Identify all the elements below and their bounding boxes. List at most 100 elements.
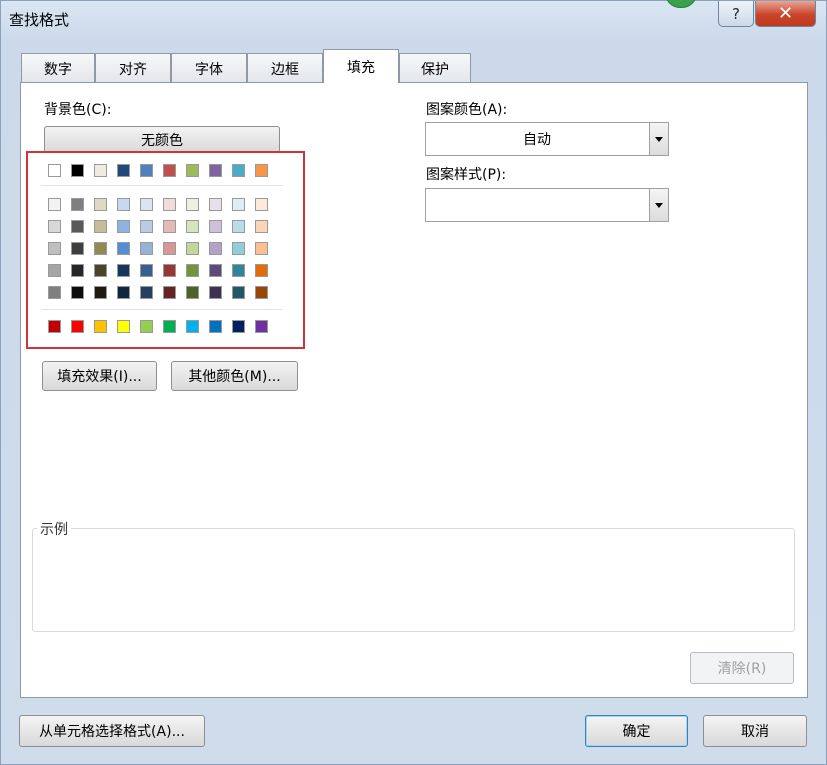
color-swatch-tint5-4[interactable]: [140, 286, 153, 299]
tab-number[interactable]: 数字: [21, 53, 95, 83]
pattern-style-label: 图案样式(P):: [426, 167, 507, 183]
color-swatch-tint2-3[interactable]: [117, 220, 130, 233]
color-swatch-theme-8[interactable]: [232, 164, 245, 177]
color-swatch-tint3-0[interactable]: [48, 242, 61, 255]
background-orb: [665, 0, 697, 8]
color-swatch-theme-0[interactable]: [48, 164, 61, 177]
color-swatch-theme-2[interactable]: [94, 164, 107, 177]
color-swatch-tint1-1[interactable]: [71, 198, 84, 211]
chevron-down-icon[interactable]: [649, 189, 668, 221]
color-swatch-tint1-6[interactable]: [186, 198, 199, 211]
color-swatch-theme-5[interactable]: [163, 164, 176, 177]
color-swatch-theme-1[interactable]: [71, 164, 84, 177]
color-swatch-tint1-4[interactable]: [140, 198, 153, 211]
select-format-from-cell-button[interactable]: 从单元格选择格式(A)...: [19, 715, 205, 747]
color-swatch-standard-3[interactable]: [117, 320, 130, 333]
close-icon: ✕: [777, 3, 794, 24]
color-swatch-tint2-7[interactable]: [209, 220, 222, 233]
color-swatch-standard-7[interactable]: [209, 320, 222, 333]
color-swatch-tint4-0[interactable]: [48, 264, 61, 277]
color-swatch-standard-9[interactable]: [255, 320, 268, 333]
tab-protection[interactable]: 保护: [399, 53, 471, 83]
color-swatch-tint4-7[interactable]: [209, 264, 222, 277]
color-swatch-tint5-1[interactable]: [71, 286, 84, 299]
help-icon: ?: [732, 4, 740, 23]
color-swatch-tint2-6[interactable]: [186, 220, 199, 233]
color-swatch-tint5-8[interactable]: [232, 286, 245, 299]
close-button[interactable]: ✕: [755, 1, 816, 27]
chevron-down-icon[interactable]: [649, 123, 668, 155]
color-swatch-tint4-1[interactable]: [71, 264, 84, 277]
color-swatch-tint5-0[interactable]: [48, 286, 61, 299]
color-swatch-tint4-2[interactable]: [94, 264, 107, 277]
color-swatch-tint1-7[interactable]: [209, 198, 222, 211]
color-swatch-tint4-6[interactable]: [186, 264, 199, 277]
color-swatch-tint5-3[interactable]: [117, 286, 130, 299]
color-swatch-tint2-2[interactable]: [94, 220, 107, 233]
color-swatch-standard-0[interactable]: [48, 320, 61, 333]
color-swatch-tint4-4[interactable]: [140, 264, 153, 277]
palette-divider: [41, 185, 283, 186]
color-swatch-tint4-9[interactable]: [255, 264, 268, 277]
cancel-button[interactable]: 取消: [703, 715, 807, 747]
color-swatch-standard-6[interactable]: [186, 320, 199, 333]
color-swatch-tint3-3[interactable]: [117, 242, 130, 255]
color-swatch-tint3-7[interactable]: [209, 242, 222, 255]
color-swatch-tint1-0[interactable]: [48, 198, 61, 211]
color-swatch-tint1-2[interactable]: [94, 198, 107, 211]
color-swatch-tint3-4[interactable]: [140, 242, 153, 255]
fill-effects-button[interactable]: 填充效果(I)...: [42, 361, 157, 391]
color-swatch-tint5-9[interactable]: [255, 286, 268, 299]
color-swatch-tint1-8[interactable]: [232, 198, 245, 211]
dialog-title: 查找格式: [9, 11, 70, 29]
color-swatch-tint3-8[interactable]: [232, 242, 245, 255]
color-swatch-tint4-8[interactable]: [232, 264, 245, 277]
color-swatch-tint3-1[interactable]: [71, 242, 84, 255]
color-swatch-standard-4[interactable]: [140, 320, 153, 333]
color-swatch-tint4-3[interactable]: [117, 264, 130, 277]
color-swatch-tint3-6[interactable]: [186, 242, 199, 255]
pattern-color-value: 自动: [523, 132, 551, 148]
color-swatch-tint5-7[interactable]: [209, 286, 222, 299]
sample-label: 示例: [37, 519, 71, 539]
color-swatch-tint3-9[interactable]: [255, 242, 268, 255]
more-colors-button[interactable]: 其他颜色(M)...: [171, 361, 298, 391]
pattern-style-dropdown[interactable]: [425, 188, 669, 222]
tab-fill[interactable]: 填充: [323, 49, 399, 83]
color-swatch-tint5-6[interactable]: [186, 286, 199, 299]
color-swatch-standard-8[interactable]: [232, 320, 245, 333]
color-swatch-standard-1[interactable]: [71, 320, 84, 333]
color-swatch-tint2-4[interactable]: [140, 220, 153, 233]
color-swatch-theme-9[interactable]: [255, 164, 268, 177]
pattern-color-dropdown[interactable]: 自动: [425, 122, 669, 156]
tab-border[interactable]: 边框: [247, 53, 323, 83]
ok-button[interactable]: 确定: [585, 715, 688, 747]
color-swatch-tint1-5[interactable]: [163, 198, 176, 211]
tab-font[interactable]: 字体: [171, 53, 247, 83]
color-swatch-tint2-1[interactable]: [71, 220, 84, 233]
color-swatch-theme-6[interactable]: [186, 164, 199, 177]
color-swatch-tint1-3[interactable]: [117, 198, 130, 211]
color-swatch-tint5-2[interactable]: [94, 286, 107, 299]
color-swatch-tint3-5[interactable]: [163, 242, 176, 255]
palette-divider: [41, 309, 283, 310]
clear-button[interactable]: 清除(R): [690, 652, 794, 684]
color-swatch-tint1-9[interactable]: [255, 198, 268, 211]
color-swatch-theme-4[interactable]: [140, 164, 153, 177]
color-swatch-theme-7[interactable]: [209, 164, 222, 177]
help-button[interactable]: ?: [718, 1, 754, 27]
color-swatch-tint2-8[interactable]: [232, 220, 245, 233]
color-swatch-tint2-9[interactable]: [255, 220, 268, 233]
color-swatch-standard-2[interactable]: [94, 320, 107, 333]
tab-alignment[interactable]: 对齐: [95, 53, 171, 83]
no-color-button[interactable]: 无颜色: [44, 126, 280, 153]
color-swatch-tint3-2[interactable]: [94, 242, 107, 255]
color-swatch-theme-3[interactable]: [117, 164, 130, 177]
color-swatch-tint2-5[interactable]: [163, 220, 176, 233]
color-swatch-standard-5[interactable]: [163, 320, 176, 333]
color-swatch-tint2-0[interactable]: [48, 220, 61, 233]
background-color-label: 背景色(C):: [44, 102, 112, 118]
color-swatch-tint5-5[interactable]: [163, 286, 176, 299]
pattern-style-value: [426, 189, 648, 221]
color-swatch-tint4-5[interactable]: [163, 264, 176, 277]
